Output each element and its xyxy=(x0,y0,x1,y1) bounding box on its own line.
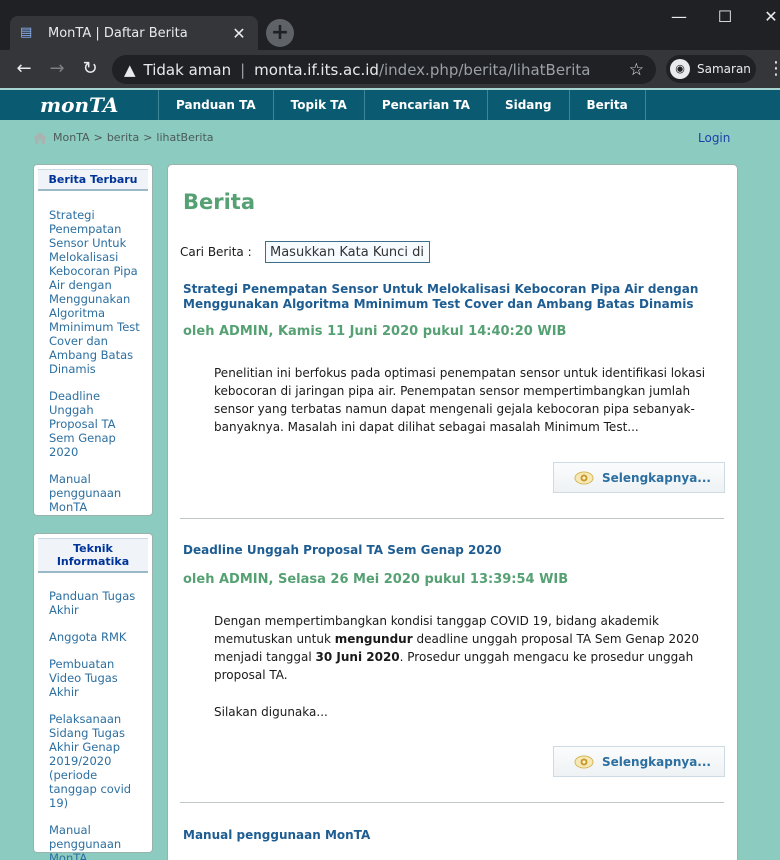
page-title: Berita xyxy=(183,190,256,214)
profile-label: Samaran xyxy=(697,62,751,76)
login-link[interactable]: Login xyxy=(698,131,730,145)
article-title[interactable]: Strategi Penempatan Sensor Untuk Melokal… xyxy=(183,282,723,312)
informatics-panel: Teknik Informatika Panduan Tugas Akhir A… xyxy=(33,533,153,860)
url-host: monta.if.its.ac.id xyxy=(254,60,379,79)
read-more-label: Selengkapnya... xyxy=(602,470,711,485)
article-divider xyxy=(180,802,724,803)
incognito-profile-button[interactable]: ◉ Samaran xyxy=(666,55,756,83)
breadcrumb-item-lihat-berita: lihatBerita xyxy=(156,131,214,144)
informatics-link[interactable]: Manual penggunaan MonTA xyxy=(49,823,144,860)
menu-item-sidang[interactable]: Sidang xyxy=(486,90,569,120)
forward-button[interactable]: → xyxy=(43,55,71,83)
excerpt-bold: 30 Juni 2020 xyxy=(315,650,400,664)
informatics-link[interactable]: Panduan Tugas Akhir xyxy=(49,589,144,617)
reload-button[interactable]: ↻ xyxy=(76,55,104,83)
new-tab-button[interactable]: + xyxy=(266,19,294,47)
news-content: Berita Cari Berita : Strategi Penempatan… xyxy=(167,164,738,860)
eye-icon xyxy=(574,471,594,484)
article-meta: oleh ADMIN, Kamis 11 Juni 2020 pukul 14:… xyxy=(183,324,567,339)
article-title[interactable]: Deadline Unggah Proposal TA Sem Genap 20… xyxy=(183,543,723,558)
address-bar[interactable]: ▲ Tidak aman | monta.if.its.ac.id /index… xyxy=(112,55,656,84)
incognito-icon: ◉ xyxy=(670,59,690,79)
security-label: Tidak aman xyxy=(143,60,232,79)
close-window-button[interactable]: ✕ xyxy=(748,0,780,34)
read-more-button[interactable]: Selengkapnya... xyxy=(553,462,725,493)
read-more-label: Selengkapnya... xyxy=(602,754,711,769)
tab-title: MonTA | Daftar Berita xyxy=(48,25,188,41)
latest-news-link[interactable]: Strategi Penempatan Sensor Untuk Melokal… xyxy=(49,208,144,376)
browser-tab-bar: ▤ MonTA | Daftar Berita ✕ + — ☐ ✕ xyxy=(0,0,780,50)
bookmark-star-icon[interactable]: ☆ xyxy=(629,60,644,80)
warning-icon: ▲ xyxy=(124,60,136,79)
article-excerpt-more: Silakan digunaka... xyxy=(214,705,328,719)
search-input[interactable] xyxy=(265,241,430,263)
menu-item-berita[interactable]: Berita xyxy=(568,90,646,120)
breadcrumb-separator: > xyxy=(93,131,103,144)
article-meta: oleh ADMIN, Selasa 26 Mei 2020 pukul 13:… xyxy=(183,572,569,587)
read-more-button[interactable]: Selengkapnya... xyxy=(553,746,725,777)
latest-news-link[interactable]: Deadline Unggah Proposal TA Sem Genap 20… xyxy=(49,389,144,459)
menu-item-pencarian-ta[interactable]: Pencarian TA xyxy=(363,90,487,120)
breadcrumb-home[interactable]: MonTA xyxy=(53,131,90,144)
maximize-window-button[interactable]: ☐ xyxy=(702,0,748,34)
site-logo[interactable]: monTA xyxy=(40,93,118,117)
url-path: /index.php/berita/lihatBerita xyxy=(378,60,591,79)
article-title[interactable]: Manual penggunaan MonTA xyxy=(183,828,723,843)
informatics-heading: Teknik Informatika xyxy=(38,538,148,573)
breadcrumb: MonTA > berita > lihatBerita xyxy=(33,131,214,144)
browser-toolbar: ← → ↻ ▲ Tidak aman | monta.if.its.ac.id … xyxy=(0,50,780,88)
informatics-link[interactable]: Pembuatan Video Tugas Akhir xyxy=(49,657,144,699)
breadcrumb-separator: > xyxy=(143,131,153,144)
home-icon xyxy=(33,131,47,144)
latest-news-link[interactable]: Manual penggunaan MonTA xyxy=(49,472,144,514)
site-favicon-icon: ▤ xyxy=(20,25,33,40)
close-tab-icon[interactable]: ✕ xyxy=(230,24,248,43)
breadcrumb-item-berita[interactable]: berita xyxy=(107,131,139,144)
main-menu: Panduan TA Topik TA Pencarian TA Sidang … xyxy=(158,90,646,120)
latest-news-heading: Berita Terbaru xyxy=(38,169,148,191)
menu-item-panduan-ta[interactable]: Panduan TA xyxy=(158,90,273,120)
back-button[interactable]: ← xyxy=(10,55,38,83)
article-excerpt: Dengan mempertimbangkan kondisi tanggap … xyxy=(214,612,729,684)
informatics-link[interactable]: Pelaksanaan Sidang Tugas Akhir Genap 201… xyxy=(49,712,144,810)
search-label: Cari Berita : xyxy=(180,245,252,259)
url-separator: | xyxy=(240,60,246,79)
article-divider xyxy=(180,518,724,519)
menu-item-topik-ta[interactable]: Topik TA xyxy=(272,90,364,120)
eye-icon xyxy=(574,755,594,768)
article-excerpt: Penelitian ini berfokus pada optimasi pe… xyxy=(214,366,706,434)
latest-news-panel: Berita Terbaru Strategi Penempatan Senso… xyxy=(33,164,153,516)
excerpt-bold: mengundur xyxy=(334,632,413,646)
site-navbar: monTA Panduan TA Topik TA Pencarian TA S… xyxy=(0,88,780,120)
browser-tab[interactable]: ▤ MonTA | Daftar Berita ✕ xyxy=(10,16,258,50)
browser-menu-icon[interactable]: ⋮ xyxy=(767,55,780,83)
informatics-link[interactable]: Anggota RMK xyxy=(49,630,144,644)
minimize-window-button[interactable]: — xyxy=(656,0,702,34)
